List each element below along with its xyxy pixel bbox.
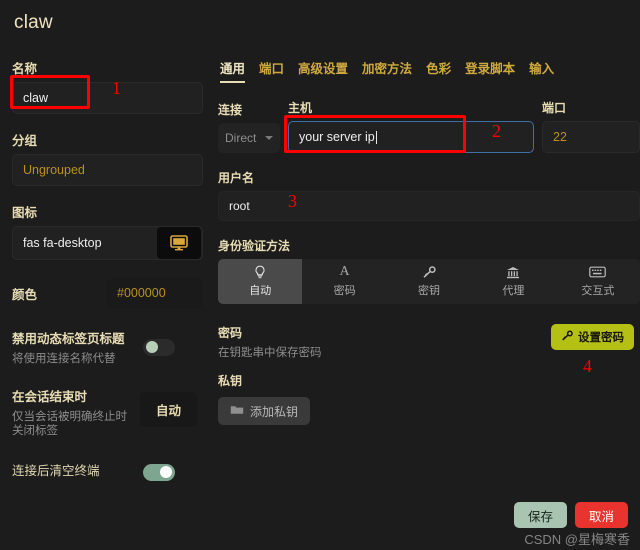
bank-proxy-icon	[506, 265, 520, 279]
icon-field-group: 图标 fas fa-desktop	[12, 202, 203, 260]
key-icon	[422, 265, 436, 279]
right-settings-panel: 通用 端口 高级设置 加密方法 色彩 登录脚本 输入 连接 Direct 主机 …	[218, 58, 640, 528]
clear-terminal-row: 连接后清空终端	[12, 460, 203, 484]
set-password-button[interactable]: 设置密码	[551, 324, 634, 350]
watermark: CSDN @星梅寒香	[524, 532, 630, 547]
auth-method-label: 密钥	[418, 285, 441, 297]
host-value: your server ip	[299, 130, 375, 144]
password-row: 密码 在钥匙串中保存密码 设置密码 4	[218, 324, 640, 376]
annotation-marker-3: 3	[288, 191, 297, 211]
text-cursor	[375, 130, 377, 144]
auth-method-password[interactable]: A 密码	[302, 259, 386, 304]
color-input[interactable]: #000000	[107, 278, 203, 308]
connection-value: Direct	[225, 131, 257, 145]
letter-a-icon: A	[339, 264, 350, 279]
left-settings-panel: 名称 claw 1 分组 Ungrouped 图标 fas fa-desktop	[0, 58, 215, 528]
color-field-group: 颜色 #000000	[12, 278, 203, 308]
tab-colors[interactable]: 色彩	[426, 58, 451, 83]
connection-settings-window: claw 名称 claw 1 分组 Ungrouped 图标 fas fa-de…	[0, 0, 640, 550]
tab-port[interactable]: 端口	[259, 58, 284, 83]
auth-method-interactive[interactable]: 交互式	[556, 259, 640, 304]
disable-dynamic-title-toggle[interactable]	[143, 338, 175, 356]
port-field-group: 端口 22	[542, 99, 640, 153]
password-label: 密码	[218, 326, 243, 340]
username-input[interactable]: root	[218, 191, 640, 221]
disable-dynamic-title-row: 禁用动态标签页标题 将使用连接名称代替	[12, 328, 203, 366]
auth-method-label: 密码	[333, 285, 356, 297]
name-field-group: 名称 claw 1	[10, 58, 203, 114]
icon-input-row[interactable]: fas fa-desktop	[12, 226, 203, 260]
annotation-marker-1: 1	[112, 78, 121, 98]
host-field-group: 主机 your server ip 2	[284, 99, 534, 153]
add-private-key-label: 添加私钥	[250, 404, 299, 419]
add-private-key-button[interactable]: 添加私钥	[218, 397, 311, 425]
port-input[interactable]: 22	[542, 121, 640, 153]
group-label: 分组	[12, 134, 38, 148]
auth-method-group: 身份验证方法 自动 A 密码 密钥 代理 交互式	[218, 237, 640, 304]
auth-method-label: 身份验证方法	[218, 239, 291, 253]
auth-method-label: 自动	[249, 285, 272, 297]
clear-terminal-texts: 连接后清空终端	[12, 460, 143, 484]
tab-general[interactable]: 通用	[220, 58, 246, 83]
auth-method-proxy[interactable]: 代理	[471, 259, 555, 304]
private-key-label: 私钥	[218, 374, 243, 388]
tab-login-script[interactable]: 登录脚本	[465, 58, 515, 83]
color-label: 颜色	[12, 287, 38, 302]
name-input[interactable]: claw	[12, 82, 203, 114]
cancel-button[interactable]: 取消	[574, 502, 628, 528]
icon-label: 图标	[12, 206, 38, 220]
host-label: 主机	[288, 101, 313, 115]
set-password-label: 设置密码	[578, 332, 624, 344]
private-key-group: 私钥 添加私钥	[218, 372, 640, 425]
folder-icon	[230, 404, 244, 418]
auth-method-label: 代理	[502, 285, 525, 297]
connection-field-group: 连接 Direct	[218, 101, 280, 153]
session-end-texts: 在会话结束时 仅当会话被明确终止时关闭标签	[12, 386, 140, 438]
connection-select[interactable]: Direct	[218, 123, 280, 153]
desktop-monitor-icon	[157, 227, 201, 259]
disable-dynamic-title-label: 禁用动态标签页标题	[12, 332, 125, 346]
connection-row: 连接 Direct 主机 your server ip 2 端口 22	[218, 99, 640, 153]
annotation-marker-4: 4	[583, 356, 592, 376]
disable-dynamic-title-sub: 将使用连接名称代替	[12, 353, 116, 365]
clear-terminal-label: 连接后清空终端	[12, 464, 100, 478]
tab-input[interactable]: 输入	[529, 58, 554, 83]
session-end-sub: 仅当会话被明确终止时关闭标签	[12, 411, 127, 437]
tab-advanced[interactable]: 高级设置	[298, 58, 348, 83]
settings-tabs: 通用 端口 高级设置 加密方法 色彩 登录脚本 输入	[218, 58, 640, 83]
footer-buttons: 保存 取消	[513, 502, 628, 528]
clear-terminal-toggle[interactable]	[143, 463, 175, 481]
auth-method-auto[interactable]: 自动	[218, 259, 303, 304]
password-sub: 在钥匙串中保存密码	[218, 347, 322, 359]
group-select[interactable]: Ungrouped	[12, 154, 203, 186]
password-texts: 密码 在钥匙串中保存密码	[218, 324, 551, 360]
auth-method-key[interactable]: 密钥	[387, 259, 471, 304]
icon-input[interactable]: fas fa-desktop	[13, 236, 157, 250]
session-end-row: 在会话结束时 仅当会话被明确终止时关闭标签 自动	[12, 386, 203, 438]
key-icon	[561, 330, 573, 344]
auth-method-label: 交互式	[581, 285, 615, 297]
save-button[interactable]: 保存	[513, 502, 567, 528]
toggle-knob	[160, 466, 172, 478]
name-label: 名称	[12, 62, 38, 76]
port-label: 端口	[542, 101, 567, 115]
username-field-group: 用户名 root 3	[218, 169, 640, 221]
auth-method-tabs: 自动 A 密码 密钥 代理 交互式	[218, 259, 640, 304]
tab-encryption[interactable]: 加密方法	[362, 58, 412, 83]
connection-label: 连接	[218, 103, 243, 117]
page-title: claw	[14, 12, 53, 33]
keyboard-icon	[589, 265, 607, 279]
chevron-down-icon	[265, 136, 273, 140]
username-label: 用户名	[218, 171, 255, 185]
annotation-marker-2: 2	[492, 121, 501, 141]
session-end-label: 在会话结束时	[12, 390, 88, 404]
disable-dynamic-title-texts: 禁用动态标签页标题 将使用连接名称代替	[12, 328, 143, 366]
session-end-select[interactable]: 自动	[139, 392, 197, 427]
lightbulb-icon	[254, 265, 266, 279]
group-field-group: 分组 Ungrouped	[12, 130, 203, 186]
toggle-knob	[146, 341, 158, 353]
